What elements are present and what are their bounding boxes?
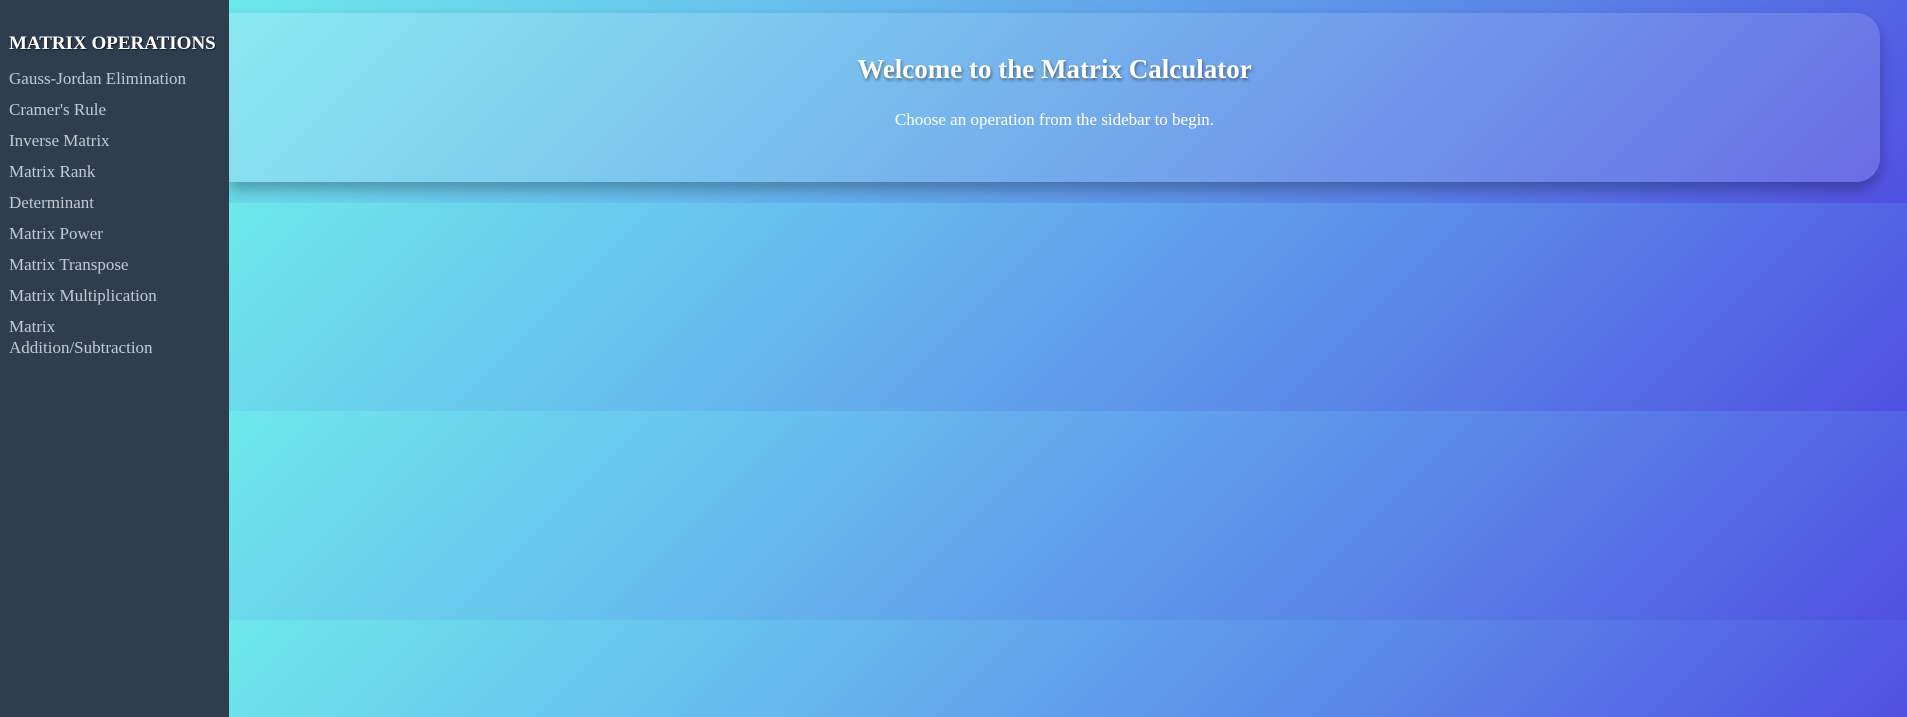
operation-nav: Gauss-Jordan Elimination Cramer's Rule I… (9, 68, 221, 358)
background-band (229, 620, 1907, 717)
nav-item-matrix-multiplication[interactable]: Matrix Multiplication (9, 285, 221, 306)
sidebar: MATRIX OPERATIONS Gauss-Jordan Eliminati… (0, 0, 229, 717)
nav-item-matrix-power[interactable]: Matrix Power (9, 223, 221, 244)
sidebar-title: MATRIX OPERATIONS (9, 33, 216, 54)
welcome-card: Welcome to the Matrix Calculator Choose … (229, 13, 1880, 182)
nav-item-cramers-rule[interactable]: Cramer's Rule (9, 99, 221, 120)
welcome-subtitle: Choose an operation from the sidebar to … (894, 110, 1215, 129)
nav-item-matrix-rank[interactable]: Matrix Rank (9, 161, 221, 182)
background-band (229, 411, 1907, 620)
main-content: Welcome to the Matrix Calculator Choose … (229, 0, 1907, 717)
nav-item-gauss-jordan-elimination[interactable]: Gauss-Jordan Elimination (9, 68, 221, 89)
background-band (229, 203, 1907, 411)
nav-item-matrix-addition-subtraction[interactable]: Matrix Addition/Subtraction (9, 316, 179, 358)
nav-item-inverse-matrix[interactable]: Inverse Matrix (9, 130, 221, 151)
page-title: Welcome to the Matrix Calculator (857, 54, 1252, 84)
nav-item-matrix-transpose[interactable]: Matrix Transpose (9, 254, 221, 275)
nav-item-determinant[interactable]: Determinant (9, 192, 221, 213)
